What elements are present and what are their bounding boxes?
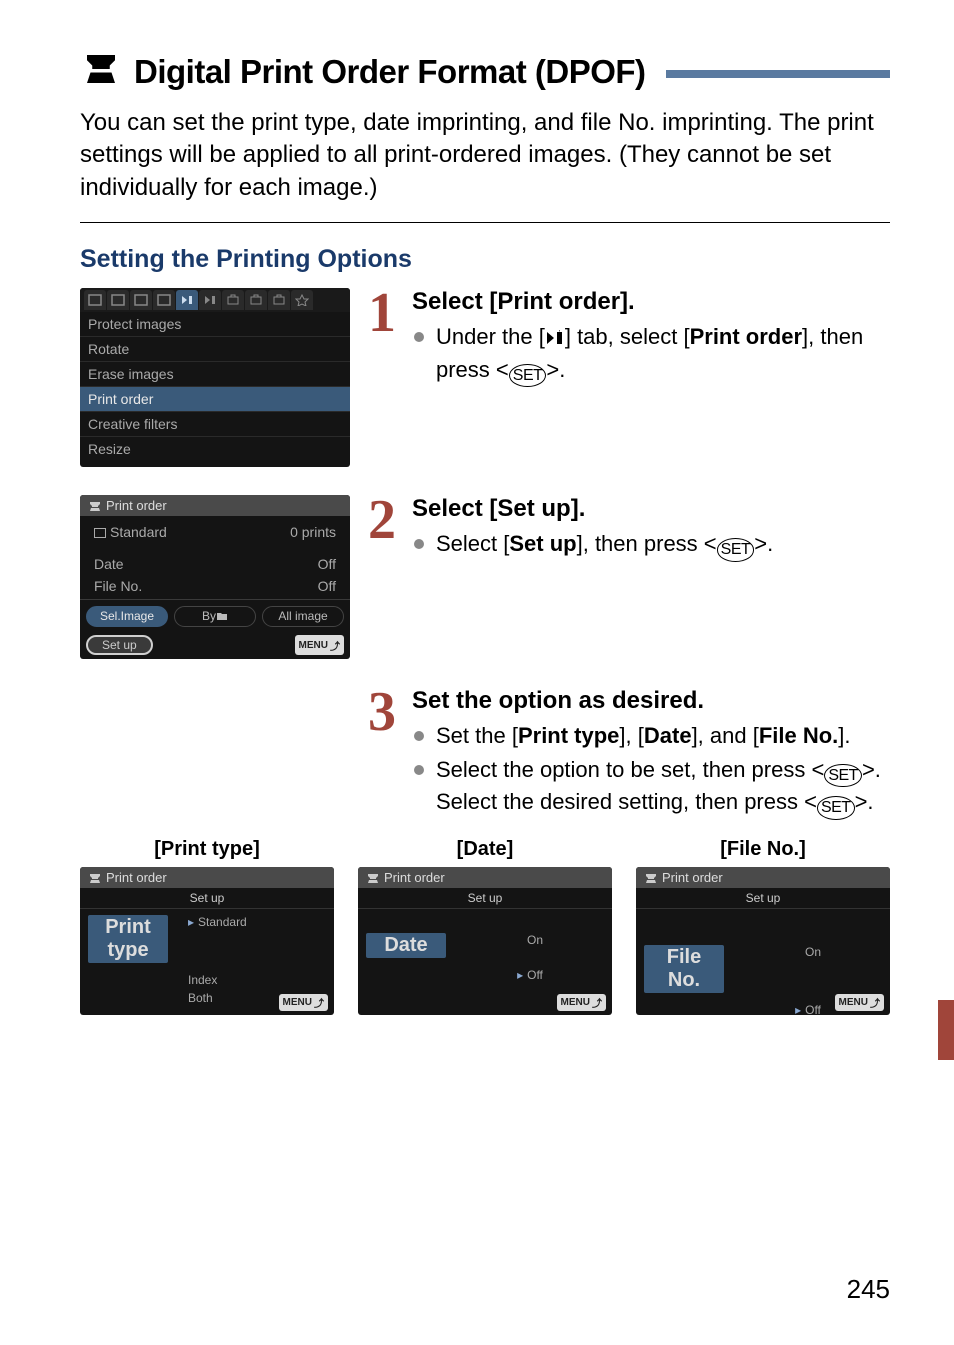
sub-heading: Set up <box>636 888 890 909</box>
sub-heading: Set up <box>80 888 334 909</box>
tab-icon <box>245 290 267 310</box>
tab-icon <box>222 290 244 310</box>
sel-image-button: Sel.Image <box>86 606 168 627</box>
title-rule <box>666 70 890 78</box>
opt-label: File No. <box>644 945 724 993</box>
step-heading: Select [Set up]. <box>412 495 773 523</box>
option-screenshots: [Print type] Print order Set up Print ty… <box>80 838 890 1015</box>
tab-icon <box>84 290 106 310</box>
menu-return-tag: MENU ⤴ <box>279 994 328 1011</box>
screenshot-date: Print order Set up DateOn Off MENU ⤴ <box>358 867 612 1015</box>
menu-item-print-order: Print order <box>80 387 350 412</box>
print-icon <box>88 872 102 884</box>
section-tab <box>938 1000 954 1060</box>
menu-return-tag: MENU ⤴ <box>835 994 884 1011</box>
menu-item: Creative filters <box>80 412 350 437</box>
tab-icon <box>130 290 152 310</box>
screenshot-playback-menu: Protect images Rotate Erase images Print… <box>80 288 350 467</box>
folder-icon <box>216 610 228 624</box>
step-heading: Set the option as desired. <box>412 687 890 715</box>
step-number: 2 <box>368 495 404 659</box>
step-number: 3 <box>368 687 404 824</box>
set-button-icon: SET <box>509 364 547 388</box>
screenshot-print-type: Print order Set up Print typeStandard In… <box>80 867 334 1015</box>
playback-tab-icon: ' <box>545 325 565 355</box>
print-icon <box>88 500 102 512</box>
footer-row: Set up MENU ⤴ <box>80 631 350 659</box>
step-1: Protect images Rotate Erase images Print… <box>80 288 890 467</box>
screen-title: Print order <box>80 495 350 516</box>
step-bullet: Under the ['] tab, select [Print order],… <box>412 322 890 387</box>
by-folder-button: By <box>174 606 256 627</box>
opt-val: On <box>724 945 882 999</box>
row-standard: Standard 0 prints <box>80 516 350 543</box>
print-icon <box>366 872 380 884</box>
menu-item: Rotate <box>80 337 350 362</box>
button-row: Sel.Image By All image <box>80 602 350 631</box>
opt-label: Print type <box>88 915 168 963</box>
tab-playback-active <box>176 290 198 310</box>
menu-return-tag: MENU ⤴ <box>295 635 344 655</box>
menu-item: Protect images <box>80 312 350 337</box>
opt-val: Off <box>446 968 604 982</box>
col-label: [Date] <box>358 838 612 861</box>
page-title: Digital Print Order Format (DPOF) <box>134 53 646 91</box>
step-3: 3 Set the option as desired. Set the [Pr… <box>80 687 890 824</box>
set-button-icon: SET <box>717 538 755 562</box>
col-label: [Print type] <box>80 838 334 861</box>
standard-icon <box>94 528 106 538</box>
step-bullet: Select [Set up], then press <SET>. <box>412 529 773 562</box>
divider <box>80 222 890 223</box>
tab-strip <box>80 288 350 312</box>
step-number: 1 <box>368 288 404 467</box>
set-button-icon: SET <box>817 796 855 820</box>
tab-icon <box>268 290 290 310</box>
screenshot-file-no: Print order Set up File No.On Off MENU ⤴ <box>636 867 890 1015</box>
set-button-icon: SET <box>824 764 862 788</box>
opt-val: Index <box>168 973 326 987</box>
row-fileno: File No.Off <box>80 575 350 597</box>
svg-text:': ' <box>559 330 560 337</box>
tab-icon <box>199 290 221 310</box>
sub-heading: Set up <box>358 888 612 909</box>
intro-text: You can set the print type, date imprint… <box>80 107 890 204</box>
step-heading: Select [Print order]. <box>412 288 890 316</box>
tab-icon <box>291 290 313 310</box>
page-title-row: Digital Print Order Format (DPOF) <box>80 48 890 95</box>
opt-val: On <box>446 933 604 964</box>
section-heading: Setting the Printing Options <box>80 245 890 274</box>
all-image-button: All image <box>262 606 344 627</box>
col-label: [File No.] <box>636 838 890 861</box>
print-icon <box>644 872 658 884</box>
print-order-icon <box>80 48 122 95</box>
tab-icon <box>107 290 129 310</box>
step-bullet: Set the [Print type], [Date], and [File … <box>412 721 890 751</box>
opt-val: Standard <box>168 915 326 969</box>
tab-icon <box>153 290 175 310</box>
menu-return-tag: MENU ⤴ <box>557 994 606 1011</box>
step-bullet: Select the option to be set, then press … <box>412 755 890 820</box>
page-number: 245 <box>847 1274 890 1305</box>
setup-button: Set up <box>86 635 153 655</box>
menu-item: Resize <box>80 437 350 467</box>
screenshot-print-order: Print order Standard 0 prints DateOff Fi… <box>80 495 350 659</box>
opt-label: Date <box>366 933 446 958</box>
step-2: Print order Standard 0 prints DateOff Fi… <box>80 495 890 659</box>
row-date: DateOff <box>80 553 350 575</box>
menu-item: Erase images <box>80 362 350 387</box>
